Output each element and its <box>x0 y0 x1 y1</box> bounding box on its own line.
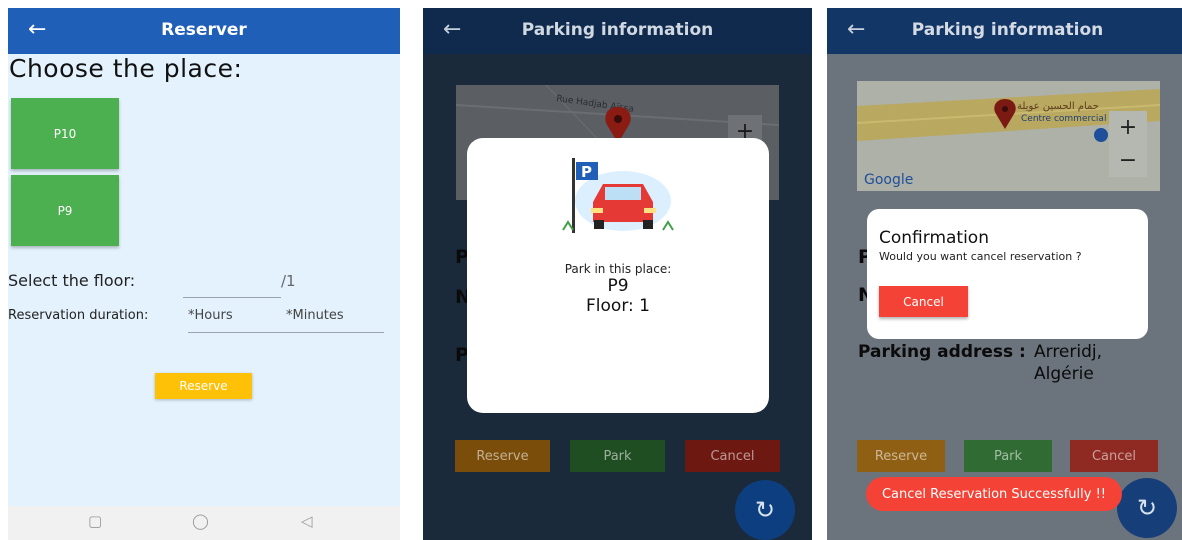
success-toast: Cancel Reservation Successfully !! <box>866 477 1122 511</box>
parking-car-illustration: P <box>562 158 674 233</box>
duration-underline <box>188 332 384 333</box>
system-nav-bar: ▢ ◯ ◁ <box>8 506 400 540</box>
reserve-screen: ← Reserver Choose the place: P10 P9 Sele… <box>8 8 400 540</box>
reserve-button[interactable]: Reserve <box>155 373 252 399</box>
shopping-icon <box>1094 128 1108 142</box>
screen-title: Parking information <box>521 20 714 40</box>
hours-input[interactable]: *Hours <box>188 308 233 323</box>
app-bar: ← Parking information <box>423 8 812 54</box>
confirmation-dialog: Confirmation Would you want cancel reser… <box>867 209 1148 339</box>
zoom-in-button[interactable]: + <box>1109 111 1147 144</box>
park-button[interactable]: Park <box>570 440 665 472</box>
parking-sign: P <box>581 163 592 181</box>
place-dialog: P Park in this place: P9 Floor: 1 <box>467 138 769 413</box>
refresh-icon[interactable]: ↻ <box>1117 478 1177 538</box>
floor-suffix: /1 <box>281 272 296 290</box>
triangle-back-icon[interactable]: ◁ <box>301 512 313 530</box>
circle-icon[interactable]: ◯ <box>192 512 209 530</box>
place-button-p9[interactable]: P9 <box>11 175 119 246</box>
duration-label: Reservation duration: <box>8 308 149 323</box>
dialog-message: Would you want cancel reservation ? <box>879 250 1082 263</box>
map-label-french: Centre commercial <box>1021 114 1106 124</box>
zoom-out-button[interactable]: − <box>1109 144 1147 177</box>
app-bar: ← Reserver <box>8 8 400 54</box>
reserve-button[interactable]: Reserve <box>857 440 945 472</box>
minutes-input[interactable]: *Minutes <box>286 308 344 323</box>
parking-info-screen-dialog: ← Parking information Rue Hadjab Aïssa +… <box>423 8 812 540</box>
dialog-place: P9 <box>607 276 629 296</box>
zoom-controls: + − <box>1109 111 1147 177</box>
dialog-line-1: Park in this place: <box>564 262 672 276</box>
parking-info-screen-confirm: ← Parking information حمام الحسين عويلة … <box>827 8 1182 540</box>
cancel-button[interactable]: Cancel <box>685 440 780 472</box>
address-value-line2: Algérie <box>1034 364 1094 384</box>
map-view[interactable]: حمام الحسين عويلة Centre commercial Goog… <box>857 81 1160 191</box>
screen-title: Reserver <box>161 20 247 40</box>
place-button-p10[interactable]: P10 <box>11 98 119 169</box>
reserve-button[interactable]: Reserve <box>455 440 550 472</box>
page-title: Choose the place: <box>9 54 243 83</box>
screen-title: Parking information <box>911 20 1104 40</box>
floor-input[interactable] <box>183 297 281 298</box>
dialog-cancel-button[interactable]: Cancel <box>879 286 968 317</box>
dialog-title: Confirmation <box>879 228 989 248</box>
dialog-floor: Floor: 1 <box>586 296 650 316</box>
address-label: Parking address : <box>858 342 1026 362</box>
google-logo: Google <box>864 172 913 188</box>
app-bar: ← Parking information <box>827 8 1182 54</box>
address-value-line1: Arreridj, <box>1034 342 1103 362</box>
map-label-arabic: حمام الحسين عويلة <box>1017 101 1099 112</box>
cancel-button[interactable]: Cancel <box>1070 440 1158 472</box>
park-button[interactable]: Park <box>964 440 1052 472</box>
square-icon[interactable]: ▢ <box>88 512 102 530</box>
floor-label: Select the floor: <box>8 271 136 290</box>
refresh-icon[interactable]: ↻ <box>735 480 795 540</box>
